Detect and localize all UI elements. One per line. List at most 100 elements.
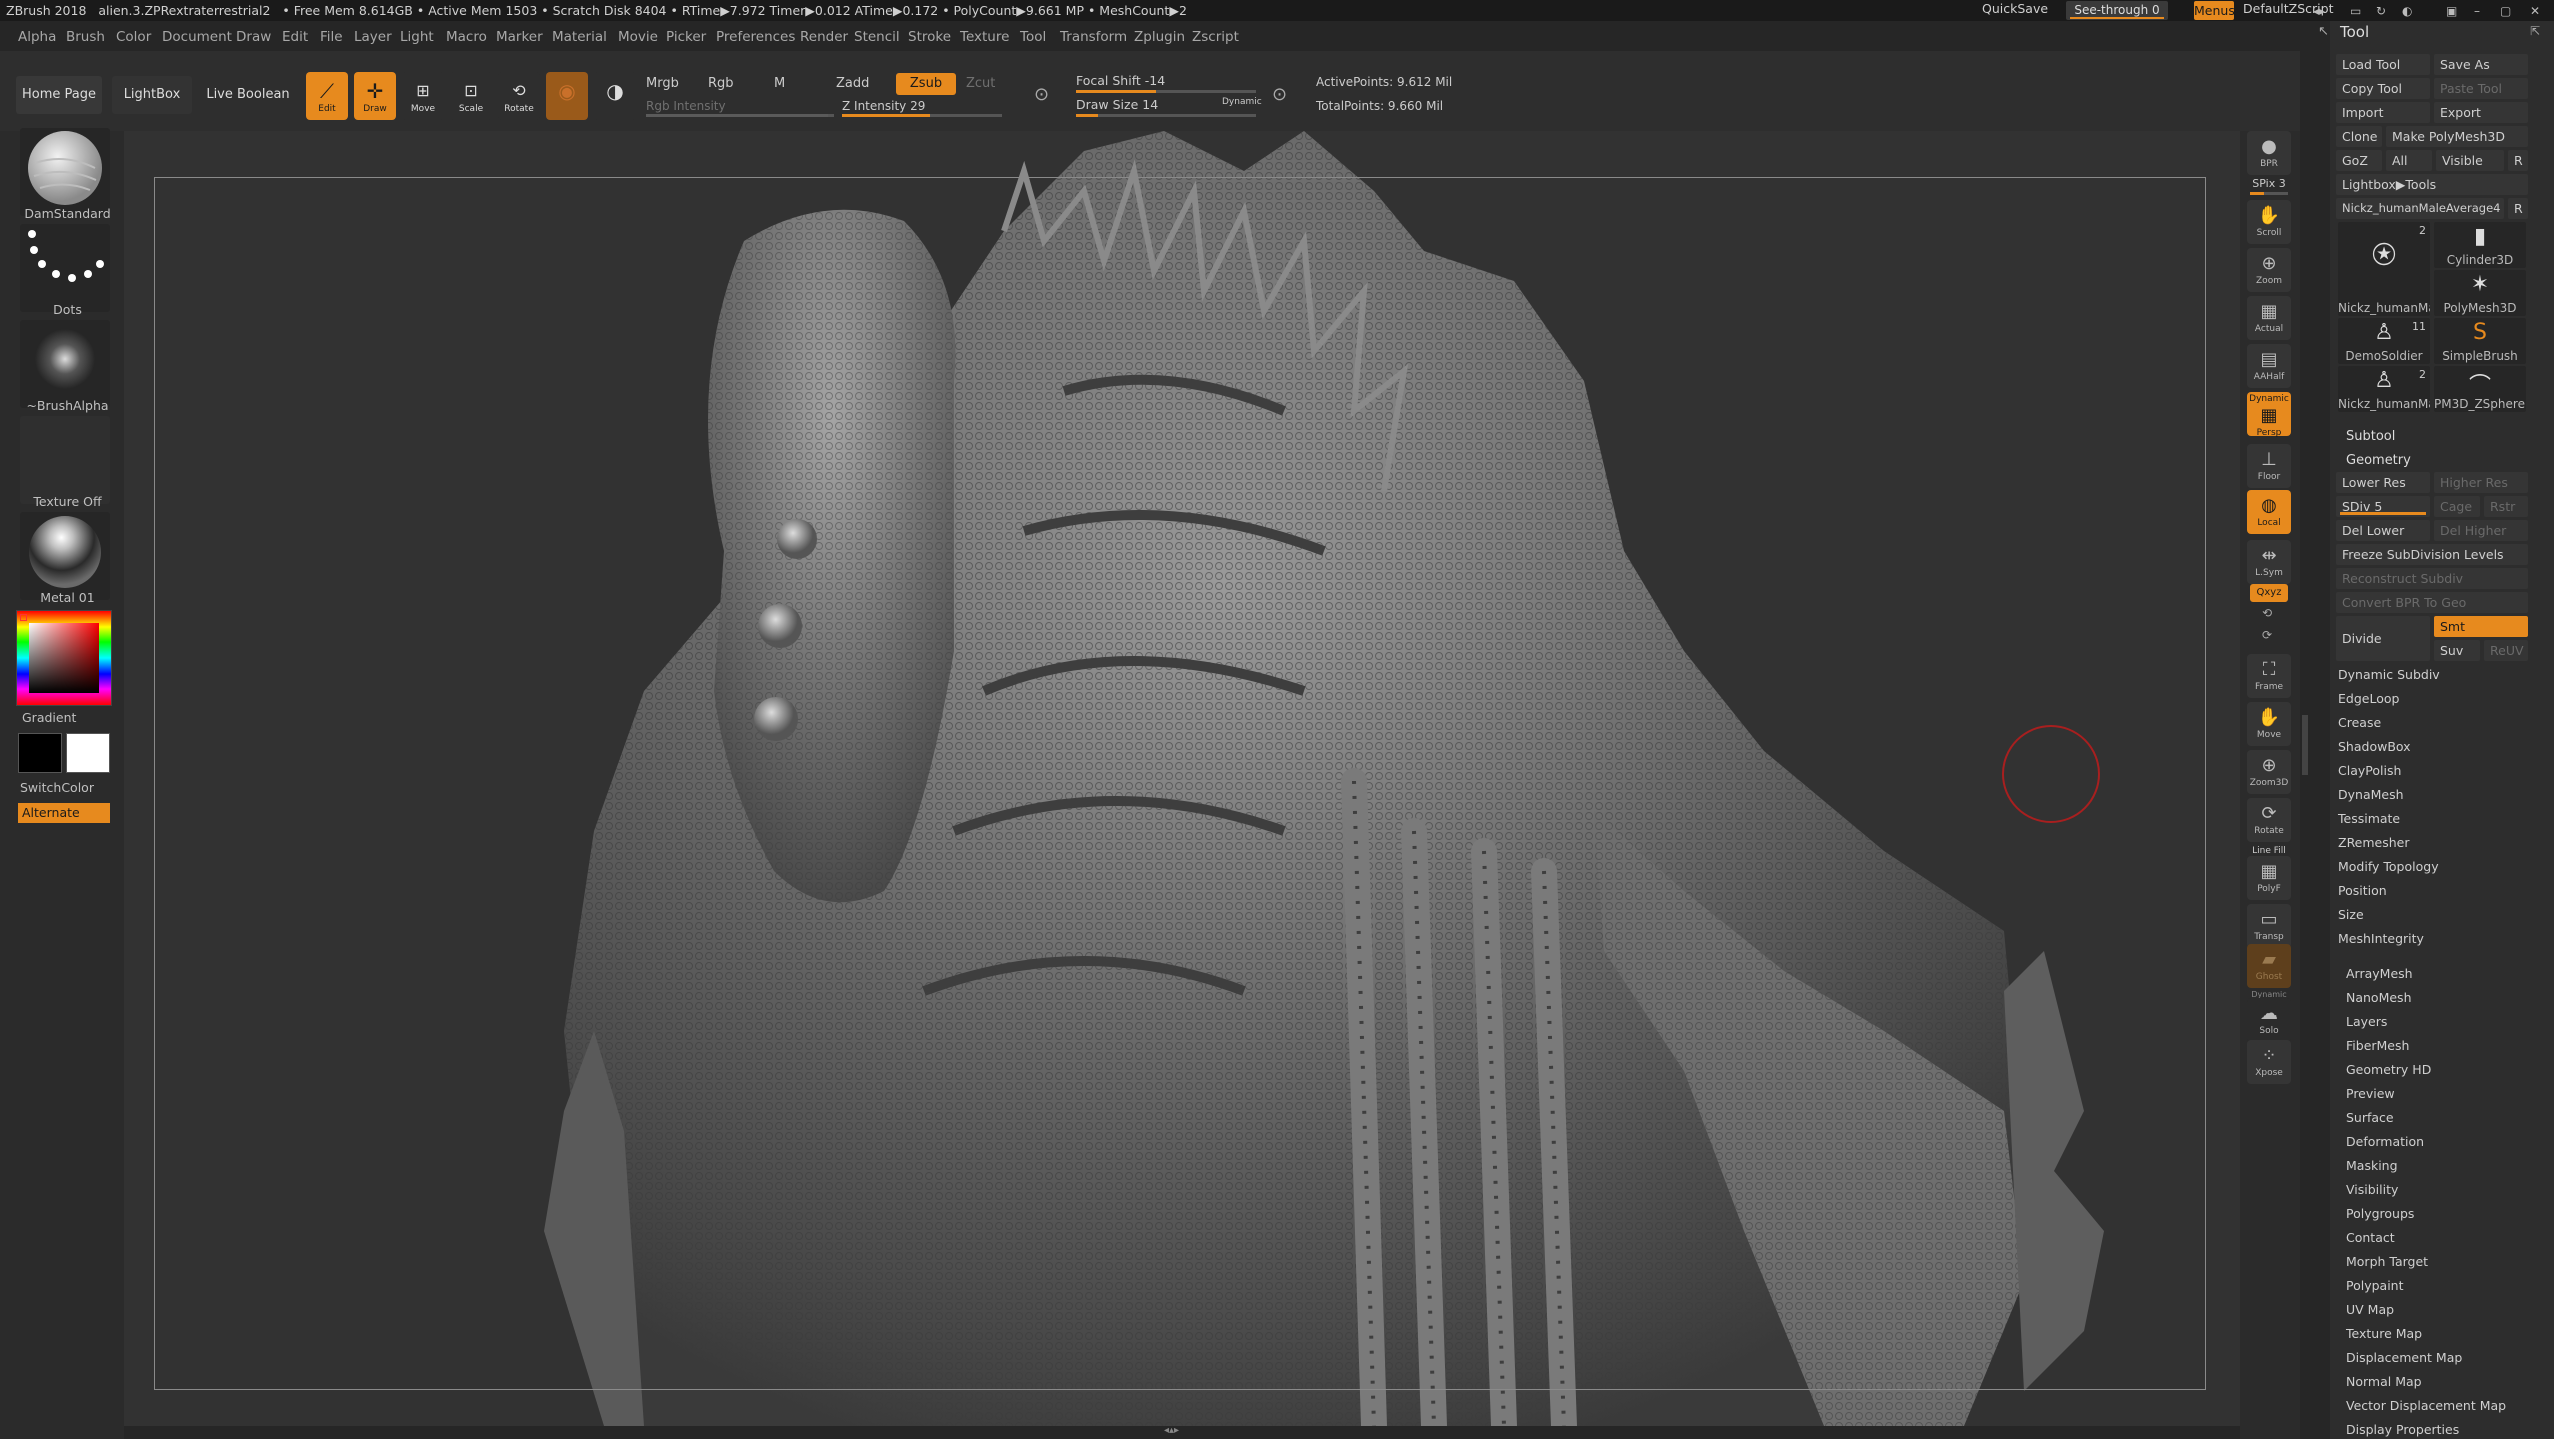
goz-visible-button[interactable]: Visible [2436,150,2504,171]
menu-light[interactable]: Light [400,29,434,45]
section-layers[interactable]: Layers [2346,1014,2536,1029]
tool-thumb-polymesh[interactable]: ✶ PolyMesh3D [2434,270,2526,316]
menu-edit[interactable]: Edit [282,29,308,45]
menu-texture[interactable]: Texture [960,29,1009,45]
rstr-button[interactable]: Rstr [2484,496,2528,517]
mrgb-button[interactable]: Mrgb [646,76,679,91]
maximize-icon[interactable]: ▢ [2500,4,2511,18]
bottom-shelf[interactable]: ◂▴▸ [124,1425,2240,1439]
switch-color-button[interactable]: SwitchColor [0,780,115,795]
zcut-button[interactable]: Zcut [966,76,995,91]
layout-icon[interactable]: ▭ [2350,4,2361,18]
freeze-subdivision-button[interactable]: Freeze SubDivision Levels [2336,544,2528,565]
section-contact[interactable]: Contact [2346,1230,2536,1245]
menu-zscript[interactable]: Zscript [1192,29,1239,45]
secondary-color-swatch[interactable] [66,733,110,773]
alpha-thumbnail[interactable] [20,320,110,408]
tessimate-item[interactable]: Tessimate [2338,811,2528,826]
reconstruct-subdiv-button[interactable]: Reconstruct Subdiv [2336,568,2528,589]
z-intensity-track[interactable] [842,114,1002,117]
subtool-section[interactable]: Subtool [2340,426,2530,447]
lsym-button[interactable]: ⇹ L.Sym [2247,540,2291,584]
color-picker[interactable] [16,610,112,706]
focal-shift-track[interactable] [1076,90,1256,93]
menu-file[interactable]: File [320,29,343,45]
convert-bpr-button[interactable]: Convert BPR To Geo [2336,592,2528,613]
claypolish-item[interactable]: ClayPolish [2338,763,2528,778]
draw-size-track[interactable] [1076,114,1256,117]
del-lower-button[interactable]: Del Lower [2336,520,2430,541]
float-icon[interactable]: ⇱ [2530,24,2540,38]
sdiv-track[interactable] [2340,512,2426,515]
del-higher-button[interactable]: Del Higher [2434,520,2528,541]
section-visibility[interactable]: Visibility [2346,1182,2536,1197]
zadd-button[interactable]: Zadd [836,76,869,91]
m-button[interactable]: M [774,76,785,91]
brush-thumbnail[interactable] [20,128,110,216]
copy-tool-button[interactable]: Copy Tool [2336,78,2430,99]
size-item[interactable]: Size [2338,907,2528,922]
rotate-axis-icon[interactable]: ⟲ [2262,606,2272,620]
xpose-button[interactable]: ⁘ Xpose [2247,1040,2291,1084]
lock-icon[interactable]: ▣ [2446,4,2457,18]
current-tool-r-button[interactable]: R [2508,198,2528,219]
move-button[interactable]: ⊞ Move [402,72,444,120]
persp-button[interactable]: Dynamic ▦ Persp [2247,392,2291,438]
xyz-button[interactable]: Qxyz [2250,584,2288,602]
tool-thumb-human-2[interactable]: ♙ 2 Nickz_humanMa [2338,366,2430,412]
menu-render[interactable]: Render [800,29,848,45]
material-sphere-button[interactable]: ◉ [546,72,588,120]
higher-res-button[interactable]: Higher Res [2434,472,2528,493]
section-masking[interactable]: Masking [2346,1158,2536,1173]
current-tool-slider[interactable]: Nickz_humanMaleAverage4 [2336,198,2504,219]
rotate-button[interactable]: ⟲ Rotate [498,72,540,120]
home-page-button[interactable]: Home Page [16,76,102,114]
gradient-label[interactable]: Gradient [0,710,115,725]
panel-scrollbar[interactable] [2302,715,2308,775]
section-nanomesh[interactable]: NanoMesh [2346,990,2536,1005]
draw-button[interactable]: ✛ Draw [354,72,396,120]
floor-button[interactable]: ⊥ Floor [2247,444,2291,488]
alternate-button[interactable]: Alternate [18,803,110,823]
texture-thumbnail[interactable] [20,416,110,504]
dynamic-toggle[interactable]: Dynamic [1222,97,1262,107]
tool-thumb-simplebrush[interactable]: S SimpleBrush [2434,318,2526,364]
menu-document[interactable]: Document [162,29,232,45]
close-icon[interactable]: ✕ [2530,4,2540,18]
stroke-thumbnail[interactable] [20,224,110,312]
menu-color[interactable]: Color [116,29,151,45]
menu-macro[interactable]: Macro [446,29,487,45]
material-thumbnail[interactable] [20,512,110,600]
menu-stroke[interactable]: Stroke [908,29,951,45]
zoom3d-button[interactable]: ⊕ Zoom3D [2247,750,2291,794]
section-arraymesh[interactable]: ArrayMesh [2346,966,2536,981]
menu-layer[interactable]: Layer [354,29,392,45]
reuv-toggle[interactable]: ReUV [2484,640,2528,661]
tool-thumb-zsphere[interactable]: ⌒ PM3D_ZSphere1 [2434,366,2526,412]
goz-all-button[interactable]: All [2386,150,2432,171]
lightbox-button[interactable]: LightBox [112,76,192,114]
primary-color-swatch[interactable] [18,733,62,773]
frame-button[interactable]: ⛶ Frame [2247,654,2291,698]
tool-thumb-cylinder[interactable]: ▮ Cylinder3D [2434,222,2526,268]
live-boolean-button[interactable]: Live Boolean [202,76,294,114]
section-uv-map[interactable]: UV Map [2346,1302,2536,1317]
menu-alpha[interactable]: Alpha [18,29,56,45]
geometry-section[interactable]: Geometry [2340,450,2530,471]
aahalf-button[interactable]: ▤ AAHalf [2247,344,2291,388]
rotate-view-button[interactable]: ⟳ Rotate [2247,798,2291,842]
section-preview[interactable]: Preview [2346,1086,2536,1101]
expand-arrows-icon[interactable]: ◂▴▸ [1164,1425,1179,1436]
section-surface[interactable]: Surface [2346,1110,2536,1125]
section-display-properties[interactable]: Display Properties [2346,1422,2536,1437]
section-polygroups[interactable]: Polygroups [2346,1206,2536,1221]
crease-item[interactable]: Crease [2338,715,2528,730]
focal-shift-slider[interactable]: Focal Shift -14 [1076,73,1165,88]
minimize-icon[interactable]: – [2474,4,2480,18]
smt-toggle[interactable]: Smt [2434,616,2528,637]
lightbox-tools-button[interactable]: Lightbox▶Tools [2336,174,2528,195]
meshintegrity-item[interactable]: MeshIntegrity [2338,931,2528,946]
rgb-intensity-track[interactable] [646,114,834,117]
focal-icon[interactable]: ⊙ [1034,84,1049,105]
menu-zplugin[interactable]: Zplugin [1134,29,1185,45]
